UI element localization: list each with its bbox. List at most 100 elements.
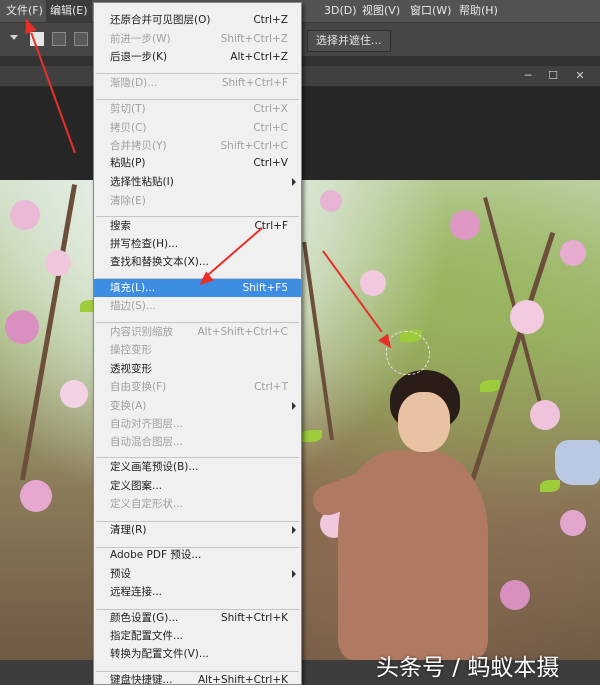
menu-item-label: Adobe PDF 预设... <box>110 549 202 561</box>
menu-item-shortcut: Alt+Shift+Ctrl+C <box>197 326 289 338</box>
menu-item-label: 合并拷贝(Y) <box>110 140 167 152</box>
blossom <box>500 580 530 610</box>
menu-item-label: 还原合并可见图层(O) <box>110 14 211 26</box>
menu-item: 清除(E) <box>94 192 301 210</box>
tree-branch <box>302 241 334 441</box>
menu-item[interactable]: 还原合并可见图层(O) Ctrl+Z <box>94 11 301 29</box>
menu-item: 拷贝(C) Ctrl+C <box>94 119 301 137</box>
menu-item-shortcut: Shift+Ctrl+K <box>220 612 288 624</box>
menu-item-label: 剪切(T) <box>110 103 146 115</box>
menu-item-label: 定义图案... <box>110 480 163 492</box>
menu-item-label: 查找和替换文本(X)... <box>110 256 209 268</box>
background-object <box>555 440 600 485</box>
add-selection-icon[interactable] <box>52 32 66 46</box>
leaf <box>540 480 560 492</box>
menu-item-label: 清除(E) <box>110 195 146 207</box>
restore-icon[interactable]: ☐ <box>543 68 563 84</box>
menu-view[interactable]: 视图(V) <box>358 0 404 22</box>
watermark: 头条号 / 蚂蚁本摄 <box>376 655 560 681</box>
menu-item[interactable]: 搜索 Ctrl+F <box>94 217 301 235</box>
menu-item[interactable]: 后退一步(K) Alt+Ctrl+Z <box>94 48 301 66</box>
menu-item-label: 键盘快捷键... <box>110 674 173 685</box>
menu-item: 变换(A) <box>94 397 301 415</box>
menu-window[interactable]: 窗口(W) <box>406 0 455 22</box>
menu-item-label: 描边(S)... <box>110 300 156 312</box>
menu-item[interactable]: 透视变形 <box>94 360 301 378</box>
menu-item-label: 操控变形 <box>110 344 152 356</box>
menu-item-shortcut: Alt+Shift+Ctrl+K <box>197 674 288 685</box>
menu-item[interactable]: 拼写检查(H)... <box>94 235 301 253</box>
minimize-icon[interactable]: ─ <box>518 68 538 84</box>
menu-item[interactable]: 预设 <box>94 565 301 583</box>
menu-item-label: 粘贴(P) <box>110 157 146 169</box>
menu-item: 剪切(T) Ctrl+X <box>94 100 301 118</box>
menu-item[interactable]: 选择性粘贴(I) <box>94 173 301 191</box>
menu-item[interactable]: 指定配置文件... <box>94 627 301 645</box>
submenu-arrow-icon <box>292 526 296 534</box>
marquee-selection[interactable] <box>386 331 430 375</box>
menu-item-label: 转换为配置文件(V)... <box>110 648 209 660</box>
leaf <box>300 430 322 442</box>
menu-item-shortcut: Ctrl+V <box>253 157 288 169</box>
menu-item: 前进一步(W) Shift+Ctrl+Z <box>94 30 301 48</box>
blossom <box>560 510 586 536</box>
menu-item-shortcut: Ctrl+T <box>254 381 288 393</box>
menu-item-shortcut: Alt+Ctrl+Z <box>230 51 288 63</box>
menu-item-label: 定义画笔预设(B)... <box>110 461 199 473</box>
menu-item-label: 填充(L)... <box>110 282 156 294</box>
menu-item: 定义自定形状... <box>94 495 301 513</box>
blossom <box>5 310 39 344</box>
menu-item[interactable]: 定义图案... <box>94 477 301 495</box>
menu-item[interactable]: Adobe PDF 预设... <box>94 546 301 564</box>
blossom <box>360 270 386 296</box>
menu-item-shortcut: Shift+Ctrl+Z <box>220 33 288 45</box>
menu-3d[interactable]: 3D(D) <box>320 0 361 22</box>
menu-item-label: 透视变形 <box>110 363 152 375</box>
menu-item[interactable]: 转换为配置文件(V)... <box>94 645 301 663</box>
menu-item-label: 渐隐(D)... <box>110 77 158 89</box>
menu-item-label: 搜索 <box>110 220 131 232</box>
menu-item: 合并拷贝(Y) Shift+Ctrl+C <box>94 137 301 155</box>
menu-item[interactable]: 远程连接... <box>94 583 301 601</box>
menu-item[interactable]: 粘贴(P) Ctrl+V <box>94 154 301 172</box>
submenu-arrow-icon <box>292 402 296 410</box>
menu-item[interactable]: 键盘快捷键... Alt+Shift+Ctrl+K <box>94 671 301 685</box>
menu-item: 渐隐(D)... Shift+Ctrl+F <box>94 74 301 92</box>
select-and-mask-button[interactable]: 选择并遮住... <box>307 30 391 52</box>
menu-item-label: 定义自定形状... <box>110 498 184 510</box>
menu-item-label: 内容识别缩放 <box>110 326 173 338</box>
menu-item: 描边(S)... <box>94 297 301 315</box>
menu-item-label: 前进一步(W) <box>110 33 171 45</box>
menu-edit[interactable]: 编辑(E) <box>46 0 92 22</box>
blossom <box>45 250 71 276</box>
menu-help[interactable]: 帮助(H) <box>455 0 502 22</box>
tool-preset-dropdown-icon[interactable] <box>10 35 18 40</box>
menu-item-label: 颜色设置(G)... <box>110 612 179 624</box>
tree-branch <box>470 231 556 481</box>
menu-item-shortcut: Ctrl+X <box>253 103 288 115</box>
leaf <box>480 380 500 392</box>
menu-item-label: 拷贝(C) <box>110 122 147 134</box>
menu-item-shortcut: Ctrl+F <box>254 220 288 232</box>
blossom <box>60 380 88 408</box>
menu-item[interactable]: 清理(R) <box>94 521 301 539</box>
close-icon[interactable]: ✕ <box>570 68 590 84</box>
menu-item-label: 自由变换(F) <box>110 381 167 393</box>
menu-item-shortcut: Shift+Ctrl+C <box>220 140 288 152</box>
blossom <box>530 400 560 430</box>
menu-item: 自动对齐图层... <box>94 415 301 433</box>
menu-item: 自由变换(F) Ctrl+T <box>94 378 301 396</box>
edit-menu-dropdown: 还原合并可见图层(O) Ctrl+Z 前进一步(W) Shift+Ctrl+Z 后退一步… <box>93 2 302 685</box>
menu-item-shortcut: Ctrl+Z <box>253 14 288 26</box>
subtract-selection-icon[interactable] <box>74 32 88 46</box>
menu-item: 自动混合图层... <box>94 433 301 451</box>
menu-item[interactable]: 定义画笔预设(B)... <box>94 458 301 476</box>
blossom <box>450 210 480 240</box>
menu-item[interactable]: 查找和替换文本(X)... <box>94 253 301 271</box>
menu-item-label: 自动混合图层... <box>110 436 184 448</box>
menu-item-label: 自动对齐图层... <box>110 418 184 430</box>
menu-item-label: 变换(A) <box>110 400 147 412</box>
menu-item-shortcut: Shift+F5 <box>242 282 288 294</box>
menu-item-label: 指定配置文件... <box>110 630 184 642</box>
menu-item[interactable]: 颜色设置(G)... Shift+Ctrl+K <box>94 609 301 627</box>
